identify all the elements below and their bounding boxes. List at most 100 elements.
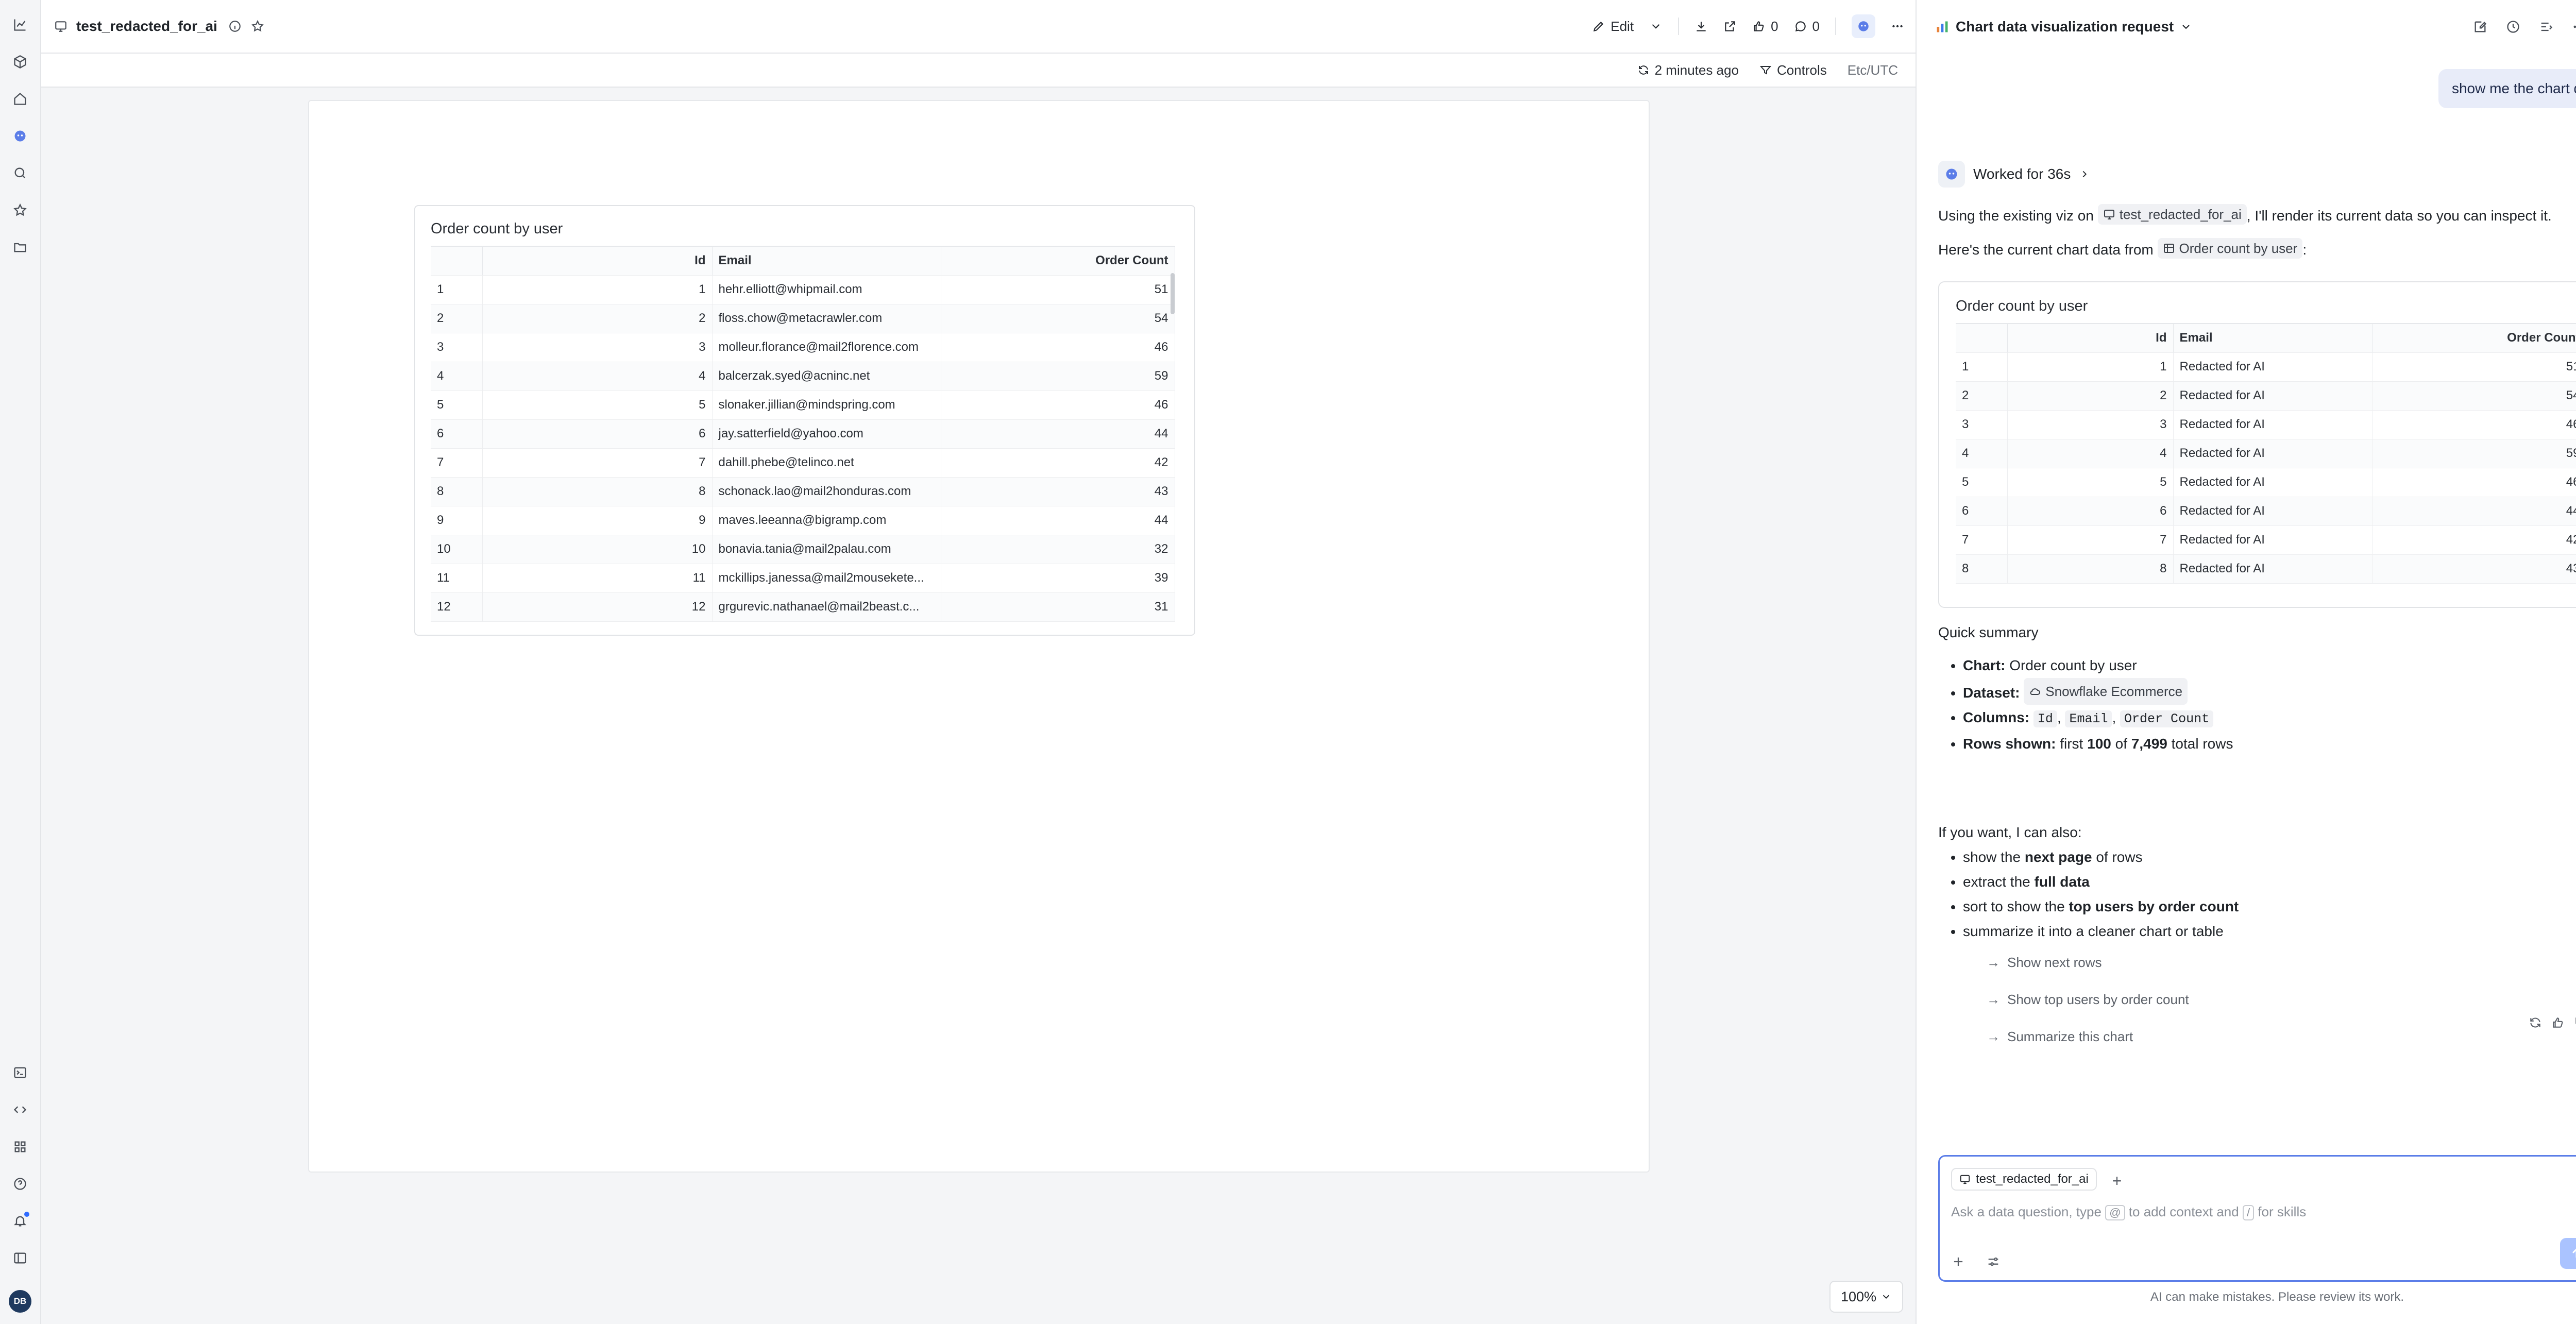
add-context-icon[interactable]: + xyxy=(2112,1172,2122,1191)
worked-status[interactable]: Worked for 36s xyxy=(1938,161,2090,188)
also-heading: If you want, I can also: xyxy=(1938,824,2082,840)
column-header-email[interactable]: Email xyxy=(2173,323,2372,353)
column-header-order-count[interactable]: Order Count xyxy=(941,246,1175,276)
table-row[interactable]: 22Redacted for AI54 xyxy=(1956,381,2576,411)
table-row[interactable]: 5 5 slonaker.jillian@mindspring.com 46 xyxy=(431,391,1175,420)
folder-icon[interactable] xyxy=(7,234,33,261)
suggestion-top-users[interactable]: → Show top users by order count xyxy=(1987,981,2189,1018)
favorite-star-icon[interactable] xyxy=(249,18,266,35)
chart-icon[interactable] xyxy=(7,11,33,38)
more-menu-button[interactable] xyxy=(1891,20,1904,33)
history-icon[interactable] xyxy=(2506,20,2520,34)
external-link-icon xyxy=(1725,21,1735,31)
ai-panel-toggle[interactable] xyxy=(1852,14,1875,38)
column-header-id[interactable]: Id xyxy=(2007,323,2174,353)
table-row[interactable]: 55Redacted for AI46 xyxy=(1956,468,2576,497)
table-row[interactable]: 33Redacted for AI46 xyxy=(1956,410,2576,439)
table-row[interactable]: 11Redacted for AI51 xyxy=(1956,352,2576,382)
id-cell: 2 xyxy=(2007,381,2174,411)
order-count-cell: 42 xyxy=(941,448,1175,478)
row-number-cell: 6 xyxy=(431,419,483,449)
row-number-cell: 2 xyxy=(1956,381,2008,411)
table-row[interactable]: 12 12 grgurevic.nathanael@mail2beast.c... 3… xyxy=(431,592,1175,622)
viz-reference-chip[interactable]: test_redacted_for_ai xyxy=(2097,204,2247,225)
list-item: extract the full data xyxy=(1963,870,2239,894)
timezone-label[interactable]: Etc/UTC xyxy=(1848,62,1898,78)
dataset-chip[interactable]: Snowflake Ecommerce xyxy=(2024,678,2188,705)
conversation-title-button[interactable]: Chart data visualization request xyxy=(1935,19,2192,35)
share-button[interactable] xyxy=(1723,20,1737,33)
download-button[interactable] xyxy=(1694,20,1708,33)
left-rail: DB xyxy=(0,0,41,1324)
table-row[interactable]: 1 1 hehr.elliott@whipmail.com 51 xyxy=(431,275,1175,304)
table-row[interactable]: 88Redacted for AI43 xyxy=(1956,554,2576,584)
row-number-cell: 11 xyxy=(431,564,483,593)
table-row[interactable]: 7 7 dahill.phebe@telinco.net 42 xyxy=(431,448,1175,478)
column-header[interactable] xyxy=(431,246,483,276)
table-scrollbar[interactable] xyxy=(1171,273,1175,314)
table-row[interactable]: 2 2 floss.chow@metacrawler.com 54 xyxy=(431,304,1175,333)
order-count-cell: 46 xyxy=(2372,468,2576,497)
edit-button[interactable]: Edit xyxy=(1592,19,1634,35)
sliders-icon[interactable] xyxy=(1986,1254,2001,1269)
table-icon xyxy=(2163,244,2174,253)
table-row[interactable]: 9 9 maves.leeanna@bigramp.com 44 xyxy=(431,506,1175,535)
refresh-button[interactable]: 2 minutes ago xyxy=(1637,62,1739,78)
more-horizontal-icon[interactable] xyxy=(2572,20,2576,34)
table-row[interactable]: 3 3 molleur.florance@mail2florence.com 46 xyxy=(431,333,1175,362)
column-header[interactable] xyxy=(1956,323,2008,353)
list-settings-icon[interactable] xyxy=(2539,20,2553,34)
sidebar-toggle-icon[interactable] xyxy=(7,1245,33,1271)
message-feedback xyxy=(2529,1016,2576,1029)
table-reference-chip[interactable]: Order count by user xyxy=(2157,238,2303,259)
send-button[interactable] xyxy=(2560,1238,2576,1269)
id-cell: 3 xyxy=(2007,410,2174,439)
zoom-select[interactable]: 100% xyxy=(1829,1281,1903,1313)
retry-icon[interactable] xyxy=(2529,1016,2542,1029)
like-button[interactable]: 0 xyxy=(1752,19,1778,35)
context-chip[interactable]: test_redacted_for_ai xyxy=(1951,1168,2097,1191)
row-number-cell: 4 xyxy=(1956,439,2008,468)
viz-card[interactable]: Order count by user Id Email Order Count… xyxy=(414,205,1195,636)
column-header-order-count[interactable]: Order Count xyxy=(2372,323,2576,353)
column-header-email[interactable]: Email xyxy=(712,246,941,276)
table-row[interactable]: 4 4 balcerzak.syed@acninc.net 59 xyxy=(431,362,1175,391)
thumbs-up-icon[interactable] xyxy=(2551,1016,2565,1029)
table-row[interactable]: 44Redacted for AI59 xyxy=(1956,439,2576,468)
table-row[interactable]: 8 8 schonack.lao@mail2honduras.com 43 xyxy=(431,477,1175,506)
info-icon[interactable] xyxy=(227,18,243,35)
row-number-cell: 6 xyxy=(1956,497,2008,526)
order-count-cell: 43 xyxy=(941,477,1175,506)
suggestion-next-rows[interactable]: → Show next rows xyxy=(1987,944,2189,981)
new-chat-icon[interactable] xyxy=(2473,20,2487,34)
avatar[interactable]: DB xyxy=(9,1290,31,1313)
page-title: test_redacted_for_ai xyxy=(76,18,217,34)
table-row[interactable]: 10 10 bonavia.tania@mail2palau.com 32 xyxy=(431,535,1175,564)
edit-menu-chevron[interactable] xyxy=(1649,20,1663,33)
table-row[interactable]: 66Redacted for AI44 xyxy=(1956,497,2576,526)
suggestion-summarize[interactable]: → Summarize this chart xyxy=(1987,1018,2189,1055)
table-row[interactable]: 77Redacted for AI42 xyxy=(1956,525,2576,555)
table-row[interactable]: 6 6 jay.satterfield@yahoo.com 44 xyxy=(431,419,1175,449)
help-icon[interactable] xyxy=(7,1170,33,1197)
table-header-row: Id Email Order Count xyxy=(1956,323,2576,353)
thumbs-down-icon[interactable] xyxy=(2574,1016,2576,1029)
message-input[interactable]: Ask a data question, type @ to add conte… xyxy=(1951,1204,2576,1221)
column-header-id[interactable]: Id xyxy=(482,246,713,276)
bell-icon[interactable] xyxy=(7,1208,33,1234)
controls-button[interactable]: Controls xyxy=(1759,62,1827,78)
id-cell: 3 xyxy=(482,333,713,362)
search-icon[interactable] xyxy=(7,160,33,186)
ai-assistant-icon[interactable] xyxy=(7,123,33,149)
id-cell: 5 xyxy=(482,391,713,420)
plus-icon[interactable] xyxy=(1951,1254,1965,1269)
star-icon[interactable] xyxy=(7,197,33,224)
code-icon[interactable] xyxy=(7,1096,33,1123)
comment-button[interactable]: 0 xyxy=(1794,19,1820,35)
apps-grid-icon[interactable] xyxy=(7,1133,33,1160)
cube-icon[interactable] xyxy=(7,48,33,75)
table-row[interactable]: 11 11 mckillips.janessa@mail2mousekete... 3… xyxy=(431,564,1175,593)
chevron-down-icon xyxy=(1883,1295,1890,1299)
home-icon[interactable] xyxy=(7,86,33,112)
terminal-icon[interactable] xyxy=(7,1059,33,1086)
